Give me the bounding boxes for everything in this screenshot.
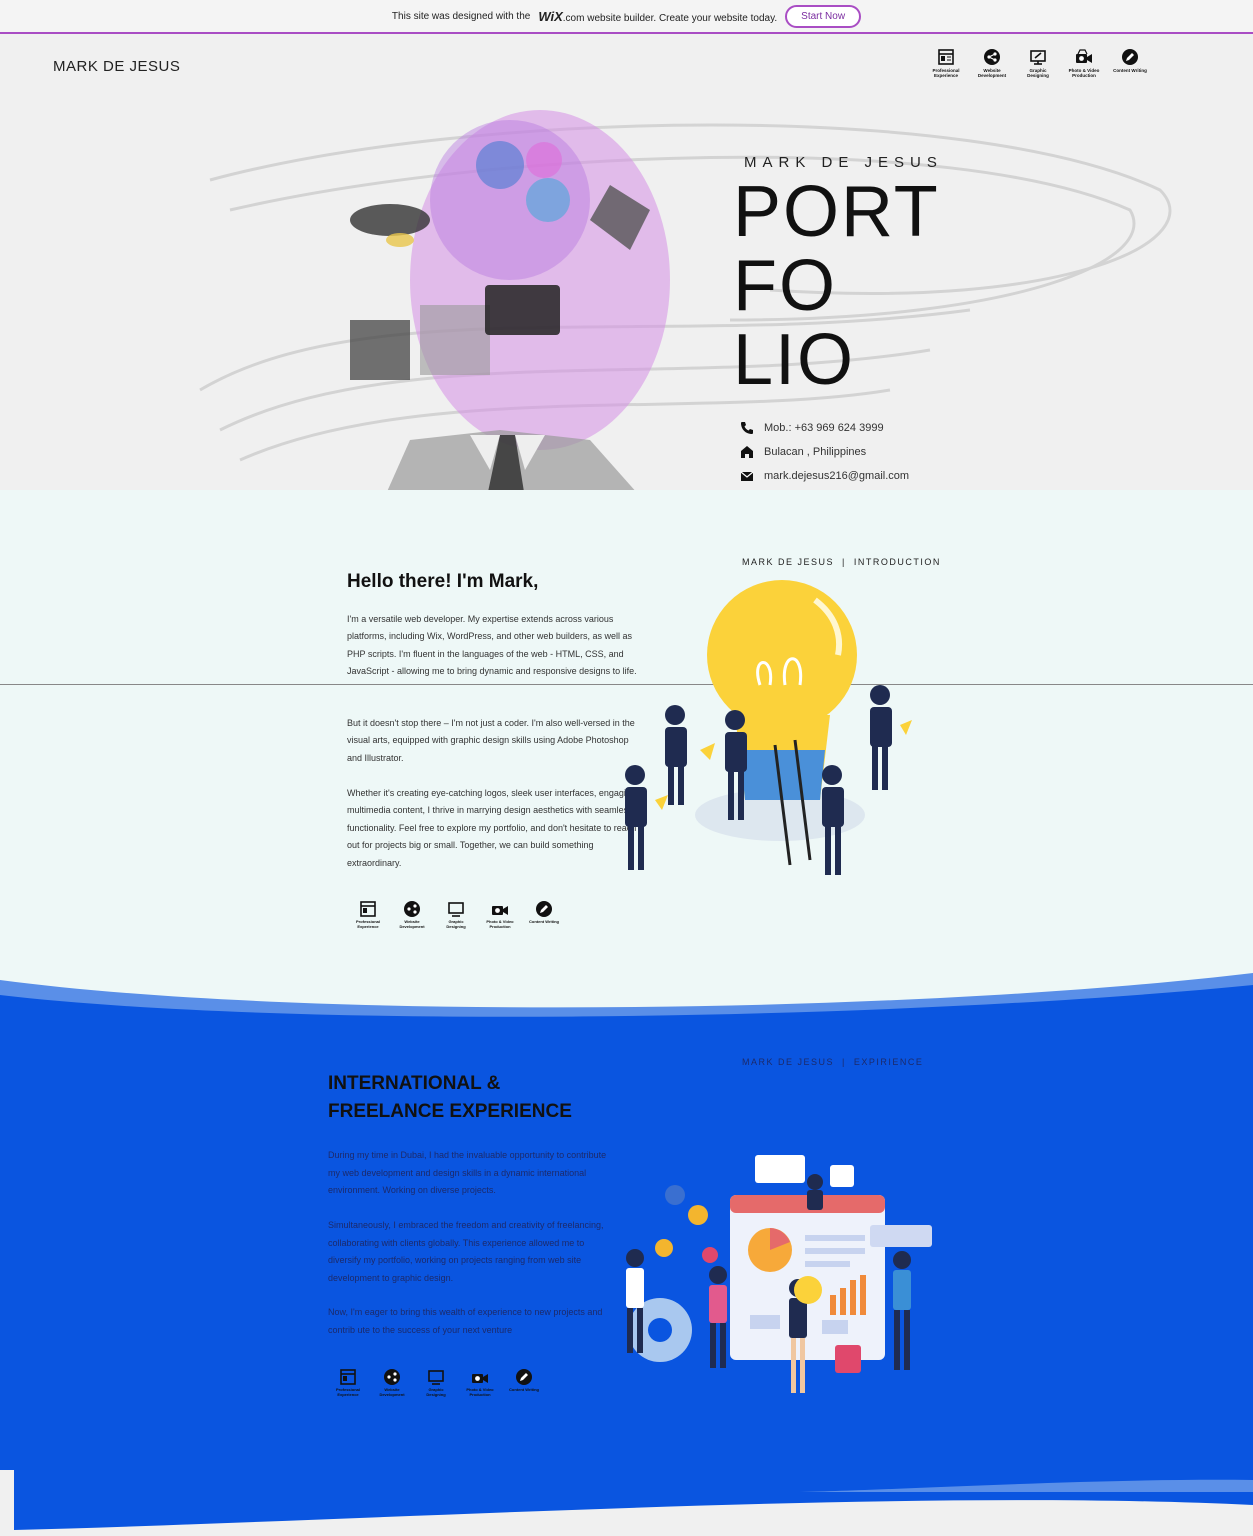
exp-website-development[interactable]: Website Development	[376, 1368, 408, 1397]
icon-label: Professional Experience	[355, 919, 380, 929]
breadcrumb-section: EXPIRIENCE	[853, 1057, 924, 1067]
content-writing-icon	[536, 901, 552, 917]
experience-breadcrumb: MARK DE JESUS | EXPIRIENCE	[742, 1057, 923, 1067]
intro-top-wave	[0, 490, 1253, 540]
content-writing-icon	[1121, 48, 1139, 66]
intro-paragraph-2: But it doesn't stop there – I'm not just…	[347, 718, 635, 763]
intro-service-icons: Professional Experience Website Developm…	[352, 900, 560, 929]
home-icon	[741, 446, 753, 458]
photo-video-production-icon	[492, 906, 508, 915]
exp-content-writing[interactable]: Content Writing	[508, 1368, 540, 1397]
graphic-designing-icon	[428, 1370, 444, 1385]
hero-name: MARK DE JESUS	[744, 154, 943, 171]
icon-label: Professional Experience	[335, 1387, 360, 1397]
exp-graphic-designing[interactable]: Graphic Designing	[420, 1368, 452, 1397]
wix-banner-prefix: This site was designed with the	[391, 10, 531, 22]
breadcrumb-name: MARK DE JESUS	[742, 557, 835, 567]
icon-label: Graphic Designing	[426, 1387, 446, 1397]
icon-label: Graphic Designing	[446, 919, 466, 929]
intro-graphic-designing[interactable]: Graphic Designing	[440, 900, 472, 929]
breadcrumb-section: INTRODUCTION	[853, 557, 941, 567]
experience-title: INTERNATIONAL & FREELANCE EXPERIENCE	[328, 1070, 572, 1126]
top-nav: Professional Experience Website Developm…	[928, 48, 1148, 78]
icon-label: Content Writing	[509, 1387, 539, 1392]
footer-wave	[0, 1470, 1253, 1536]
nav-photo-video-production[interactable]: Photo & Video Production	[1066, 48, 1102, 78]
exp-photo-video-production[interactable]: Photo & Video Production	[464, 1368, 496, 1397]
photo-video-production-icon	[1075, 48, 1093, 66]
wix-banner-suffix: .com website builder. Create your websit…	[562, 12, 778, 24]
website-development-icon	[404, 901, 420, 917]
nav-label: Website Development	[977, 68, 1007, 78]
nav-label: Content Writing	[1113, 68, 1147, 73]
intro-photo-video-production[interactable]: Photo & Video Production	[484, 900, 516, 929]
hero-title-line1: PORT	[733, 172, 940, 252]
experience-paragraph-2: Simultaneously, I embraced the freedom a…	[328, 1220, 604, 1283]
contact-phone[interactable]: Mob.: +63 969 624 3999	[740, 421, 884, 435]
hero-illustration	[199, 110, 1172, 530]
nav-label: Graphic Designing	[1027, 68, 1049, 78]
hero-title: PORT FO LIO	[733, 175, 940, 397]
experience-paragraph-1: During my time in Dubai, I had the inval…	[328, 1150, 607, 1196]
icon-label: Photo & Video Production	[486, 919, 514, 929]
phone-icon	[741, 422, 753, 434]
nav-label: Photo & Video Production	[1068, 68, 1100, 78]
location-text: Bulacan , Philippines	[764, 446, 867, 458]
hero-title-line3: LIO	[733, 320, 856, 400]
professional-experience-icon	[360, 901, 376, 917]
site-brand[interactable]: MARK DE JESUS	[53, 58, 180, 75]
nav-label: Professional Experience	[932, 68, 960, 78]
lightbulb-illustration	[625, 580, 912, 875]
experience-top-wave	[0, 973, 1253, 1035]
intro-professional-experience[interactable]: Professional Experience	[352, 900, 384, 929]
content-writing-icon	[516, 1369, 532, 1385]
icon-label: Content Writing	[529, 919, 559, 924]
intro-title: Hello there! I'm Mark,	[347, 571, 539, 592]
experience-paragraph-3: Now, I'm eager to bring this wealth of e…	[328, 1307, 603, 1335]
professional-experience-icon	[937, 48, 955, 66]
breadcrumb-sep: |	[842, 1057, 846, 1067]
intro-breadcrumb: MARK DE JESUS | INTRODUCTION	[742, 557, 941, 567]
nav-content-writing[interactable]: Content Writing	[1112, 48, 1148, 78]
professional-experience-icon	[340, 1369, 356, 1385]
breadcrumb-sep: |	[842, 557, 846, 567]
experience-service-icons: Professional Experience Website Developm…	[332, 1368, 540, 1397]
hero-title-line2: FO	[733, 246, 837, 326]
intro-content-writing[interactable]: Content Writing	[528, 900, 560, 929]
icon-label: Website Development	[379, 1387, 405, 1397]
website-development-icon	[983, 48, 1001, 66]
exp-professional-experience[interactable]: Professional Experience	[332, 1368, 364, 1397]
nav-website-development[interactable]: Website Development	[974, 48, 1010, 78]
icon-label: Photo & Video Production	[466, 1387, 494, 1397]
graphic-designing-icon	[1029, 48, 1047, 66]
wix-banner: This site was designed with the WiX.com …	[0, 0, 1253, 34]
nav-professional-experience[interactable]: Professional Experience	[928, 48, 964, 78]
icon-label: Website Development	[399, 919, 425, 929]
graphic-designing-icon	[448, 902, 464, 917]
marketing-illustration	[626, 1155, 932, 1393]
experience-title-line2: FREELANCE EXPERIENCE	[328, 1101, 572, 1122]
breadcrumb-name: MARK DE JESUS	[742, 1057, 835, 1067]
experience-title-line1: INTERNATIONAL &	[328, 1073, 501, 1094]
intro-paragraph-1: I'm a versatile web developer. My expert…	[347, 614, 637, 677]
intro-website-development[interactable]: Website Development	[396, 900, 428, 929]
start-now-button[interactable]: Start Now	[785, 4, 862, 28]
photo-video-production-icon	[472, 1374, 488, 1383]
website-development-icon	[384, 1369, 400, 1385]
phone-text: Mob.: +63 969 624 3999	[764, 422, 884, 434]
wix-logo: WiX	[538, 8, 563, 24]
contact-location: Bulacan , Philippines	[740, 445, 866, 459]
intro-paragraph-3: Whether it's creating eye-catching logos…	[347, 788, 637, 868]
nav-graphic-designing[interactable]: Graphic Designing	[1020, 48, 1056, 78]
